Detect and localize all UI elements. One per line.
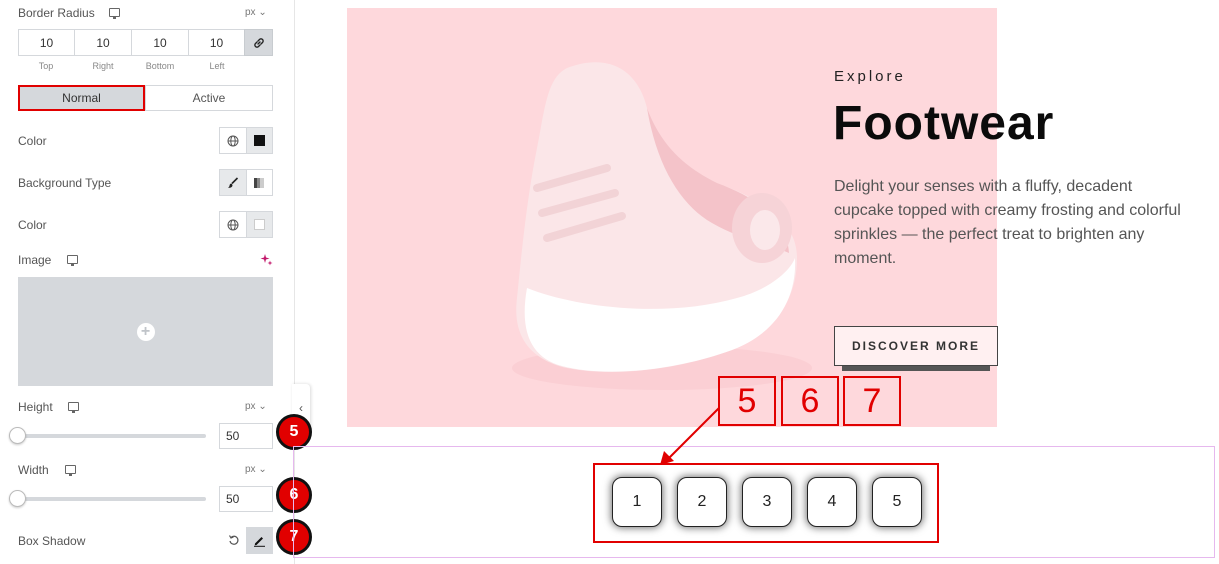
button-shadow [842, 366, 990, 371]
image-upload-area[interactable]: + [18, 277, 273, 386]
border-radius-top-input[interactable]: 10 [18, 29, 75, 56]
height-unit-select[interactable]: px ⌄ [245, 401, 267, 412]
background-type-label: Background Type [18, 176, 112, 190]
box-shadow-label: Box Shadow [18, 534, 86, 548]
width-slider-handle[interactable] [9, 490, 26, 507]
background-color-control [219, 211, 273, 238]
tab-normal[interactable]: Normal [18, 85, 145, 111]
discover-more-button[interactable]: DISCOVER MORE [834, 326, 998, 366]
brush-icon [227, 176, 238, 188]
height-slider-track[interactable] [18, 434, 206, 438]
box-shadow-edit-button[interactable] [246, 527, 273, 554]
border-radius-right-input[interactable]: 10 [74, 29, 132, 56]
color-swatch [253, 135, 265, 146]
pencil-icon [254, 537, 265, 547]
color-control [219, 127, 273, 154]
height-label: Height [18, 400, 53, 414]
background-type-control [219, 169, 273, 196]
reset-icon[interactable] [228, 534, 240, 546]
global-colors-button[interactable] [220, 128, 246, 153]
desktop-icon[interactable] [68, 402, 79, 413]
gradient-icon [254, 177, 265, 188]
height-slider-handle[interactable] [9, 427, 26, 444]
pagination-bullet-5[interactable]: 5 [872, 477, 922, 527]
caption-top: Top [38, 61, 54, 71]
color-swatch [253, 219, 265, 230]
link-icon [253, 37, 264, 48]
pagination-bullet-4[interactable]: 4 [807, 477, 857, 527]
caption-right: Right [92, 61, 114, 71]
height-input[interactable]: 50 [219, 423, 273, 449]
width-label: Width [18, 463, 49, 477]
width-unit-select[interactable]: px ⌄ [245, 464, 267, 475]
pagination-bullet-3[interactable]: 3 [742, 477, 792, 527]
link-values-button[interactable] [244, 29, 273, 56]
caption-bottom: Bottom [145, 61, 175, 71]
background-color-label: Color [18, 218, 47, 232]
callout-label-6: 6 [781, 376, 839, 426]
background-classic-button[interactable] [220, 170, 246, 195]
callout-label-7: 7 [843, 376, 901, 426]
color-label: Color [18, 134, 47, 148]
background-gradient-button[interactable] [245, 170, 273, 195]
border-radius-label: Border Radius [18, 6, 95, 20]
tab-active[interactable]: Active [145, 85, 273, 111]
border-radius-left-input[interactable]: 10 [188, 29, 245, 56]
hero-description: Delight your senses with a fluffy, decad… [834, 178, 1181, 267]
globe-icon [227, 135, 239, 146]
desktop-icon[interactable] [65, 465, 76, 476]
width-slider-track[interactable] [18, 497, 206, 501]
image-label: Image [18, 253, 52, 267]
desktop-icon[interactable] [67, 255, 78, 266]
hero-title: Footwear [833, 97, 1055, 150]
annotation-badge-5: 5 [276, 414, 312, 450]
background-color-swatch-button[interactable] [245, 212, 272, 237]
global-colors-button-2[interactable] [220, 212, 246, 237]
border-radius-bottom-input[interactable]: 10 [131, 29, 189, 56]
color-swatch-button[interactable] [245, 128, 272, 153]
border-radius-unit-select[interactable]: px ⌄ [245, 7, 267, 18]
callout-label-5: 5 [718, 376, 776, 426]
width-input[interactable]: 50 [219, 486, 273, 512]
ai-sparkle-icon[interactable] [260, 253, 273, 266]
caption-left: Left [209, 61, 225, 71]
pagination-bullet-2[interactable]: 2 [677, 477, 727, 527]
desktop-icon[interactable] [109, 8, 120, 19]
globe-icon [227, 219, 239, 230]
plus-icon: + [136, 322, 155, 341]
hero-eyebrow: Explore [834, 68, 906, 85]
chevron-left-icon: ‹ [299, 401, 303, 415]
pagination-bullet-1[interactable]: 1 [612, 477, 662, 527]
sneaker-image [512, 62, 812, 390]
editor-panel: Border Radius px ⌄ 10 10 10 10 Top Right… [0, 0, 295, 564]
